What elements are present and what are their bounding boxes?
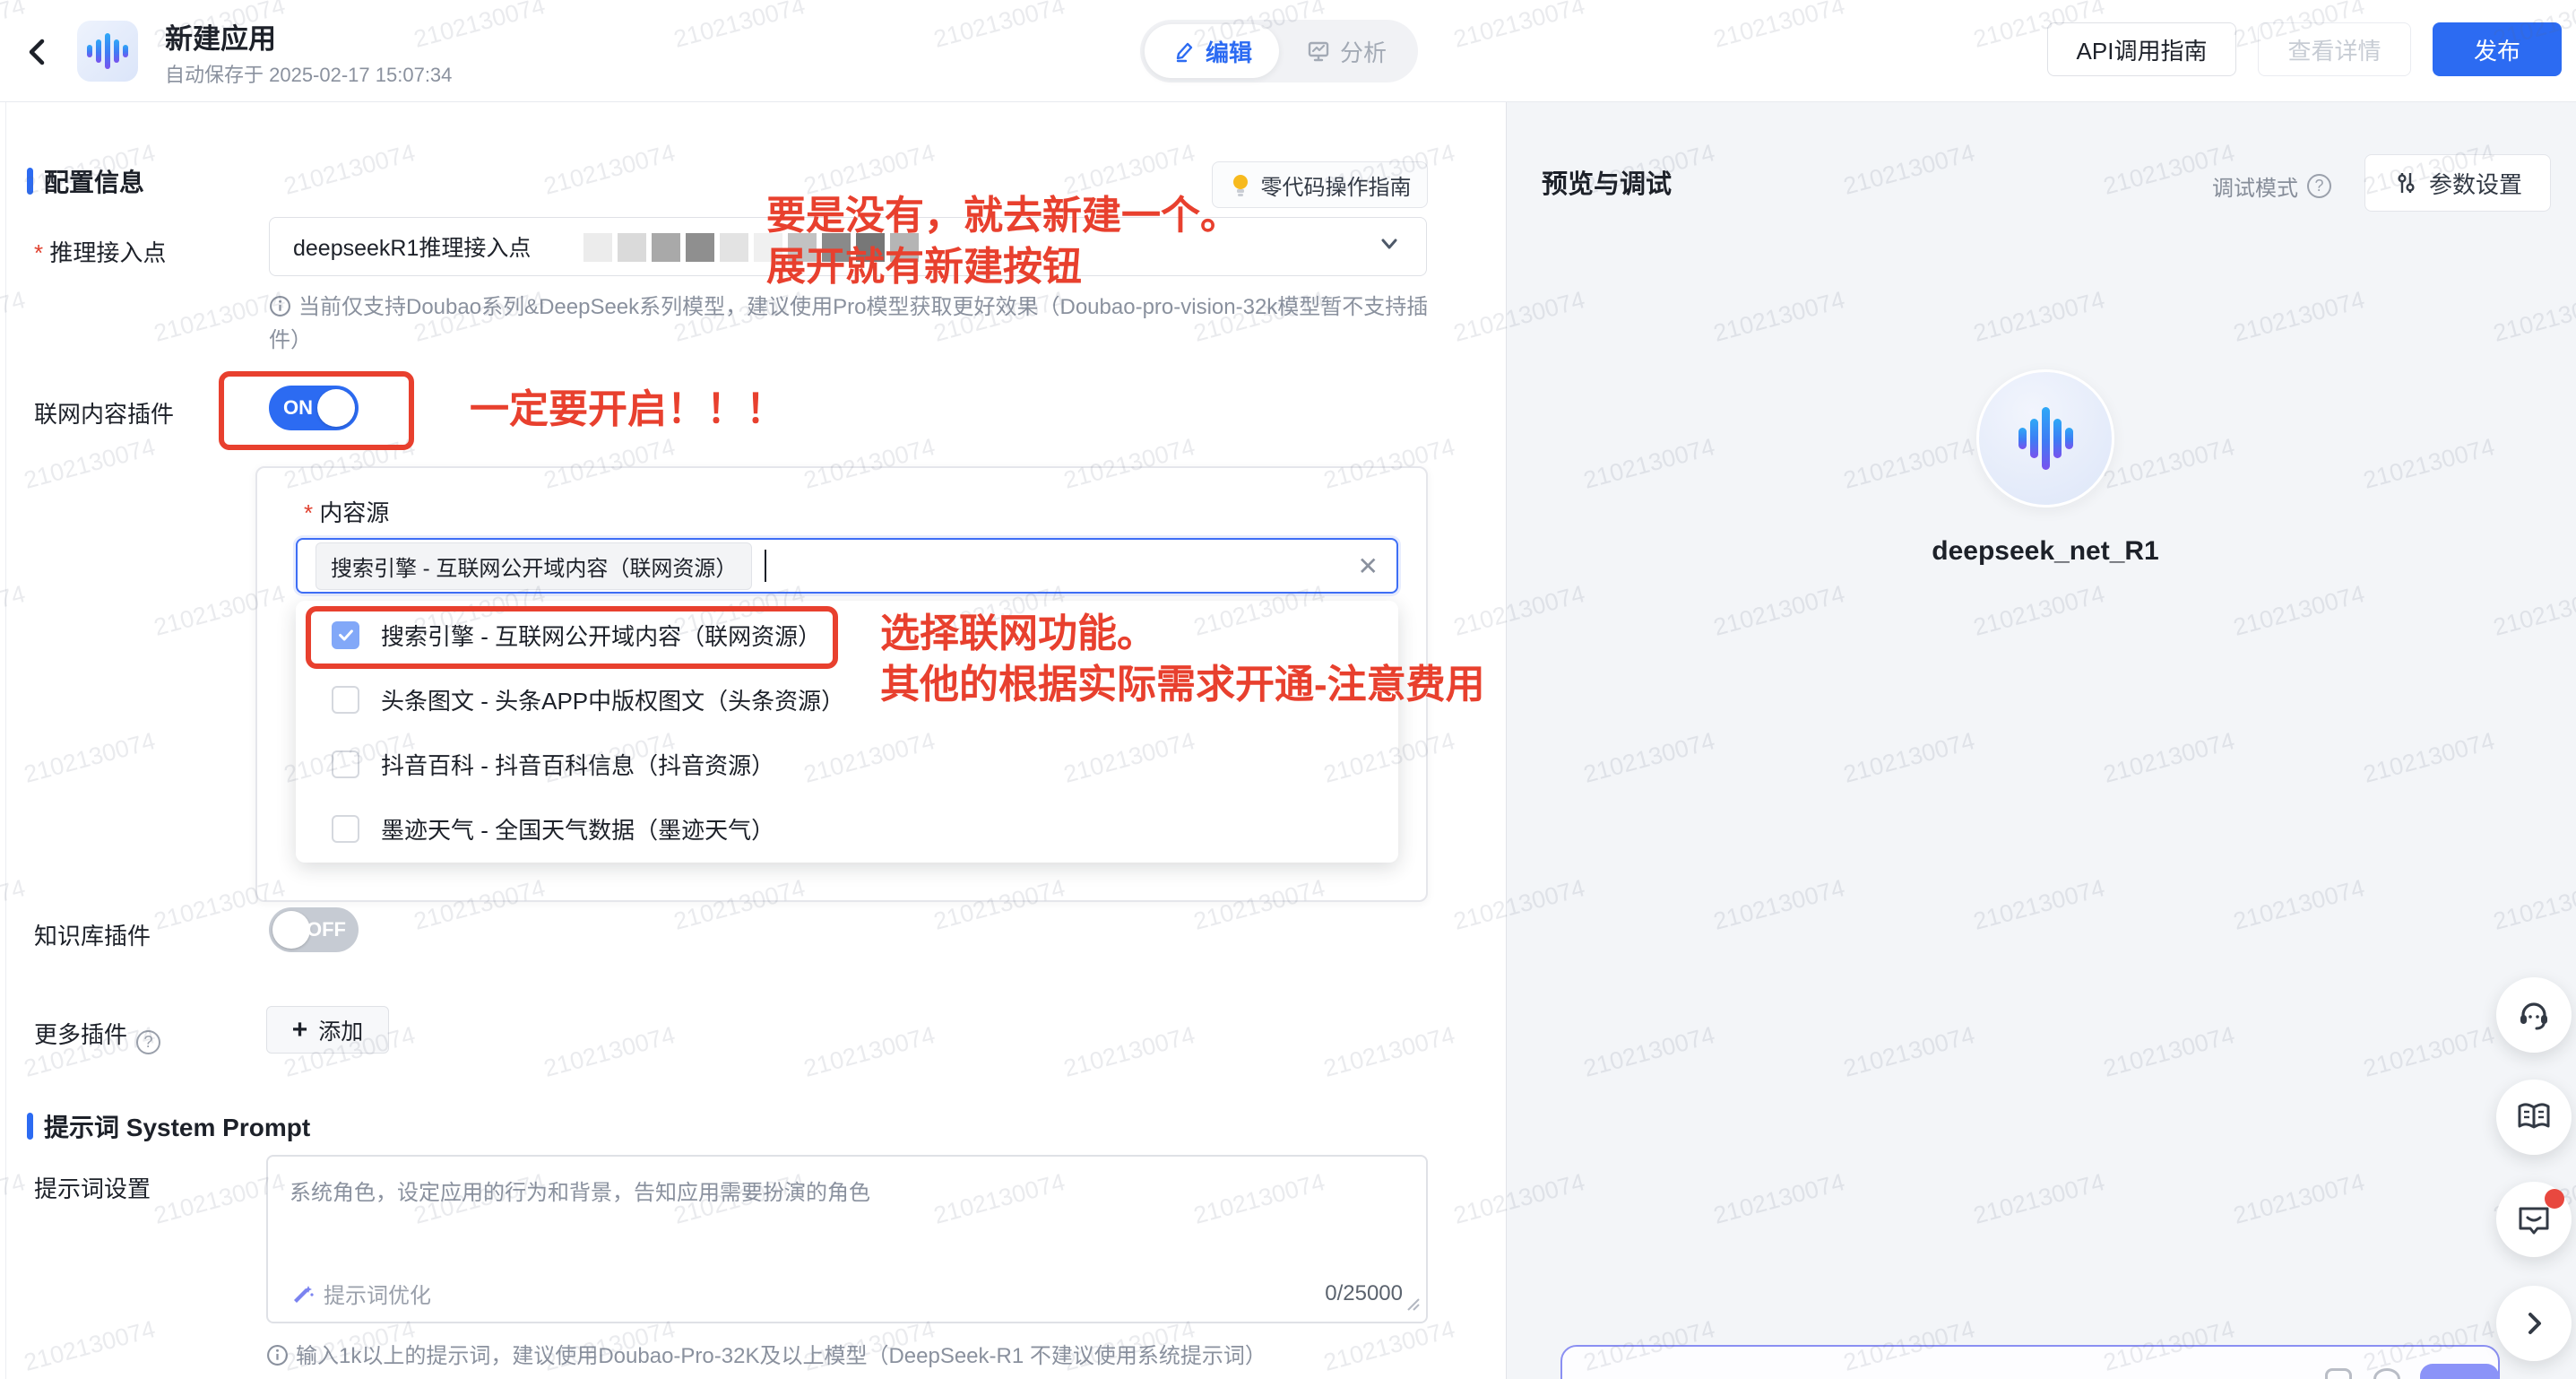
source-option-moji[interactable]: 墨迹天气 - 全国天气数据（墨迹天气） [296,796,1398,861]
checkbox-unchecked[interactable] [332,686,359,714]
audio-wave-icon [2018,407,2073,470]
feedback-button[interactable] [2496,1182,2572,1257]
section-bar [27,168,33,195]
annotation-endpoint: 要是没有，就去新建一个。 展开就有新建按钮 [766,190,1240,292]
checkbox-unchecked[interactable] [332,750,359,778]
attachment-icon[interactable] [2325,1368,2352,1379]
app-builder-page: 新建应用 自动保存于 2025-02-17 15:07:34 编辑 分析 API… [0,0,2576,1379]
info-icon [266,1344,289,1366]
info-icon [269,295,291,317]
kb-plugin-label: 知识库插件 [34,918,151,951]
header: 新建应用 自动保存于 2025-02-17 15:07:34 编辑 分析 API… [0,0,2576,102]
preview-app-name: deepseek_net_R1 [1889,536,2202,567]
autosave-status: 自动保存于 2025-02-17 15:07:34 [165,59,452,88]
prompt-section-header: 提示词 System Prompt [27,1108,310,1144]
api-guide-button[interactable]: API调用指南 [2047,22,2236,76]
kb-plugin-toggle[interactable]: OFF [269,907,359,952]
tab-edit[interactable]: 编辑 [1145,24,1279,78]
annotation-toggle: 一定要开启！！！ [470,384,785,435]
system-prompt-textarea[interactable] [268,1157,1379,1246]
more-plugins-label: 更多插件? [34,1017,160,1054]
chat-input[interactable] [1560,1345,2500,1379]
tab-analyze[interactable]: 分析 [1279,24,1413,78]
back-button[interactable] [20,34,56,70]
config-section-header: 配置信息 [27,163,144,199]
send-button[interactable] [2420,1364,2499,1379]
audio-wave-icon [87,33,128,69]
params-settings-button[interactable]: 参数设置 [2364,154,2551,212]
analytics-icon [1306,39,1331,64]
content-source-input[interactable]: 搜索引擎 - 互联网公开域内容（联网资源） ✕ [296,538,1398,594]
checkbox-unchecked[interactable] [332,815,359,843]
checkbox-checked[interactable] [332,621,359,649]
web-plugin-label: 联网内容插件 [34,396,174,429]
support-button[interactable] [2496,977,2572,1053]
endpoint-hint: 当前仅支持Doubao系列&DeepSeek系列模型，建议使用Pro模型获取更好… [269,291,1434,357]
zero-code-guide-button[interactable]: 零代码操作指南 [1212,161,1428,208]
help-icon[interactable]: ? [136,1030,160,1054]
left-edge-divider [5,102,6,1379]
book-icon [2514,1097,2554,1137]
notification-dot [2545,1189,2564,1209]
prompt-hint: 输入1k以上的提示词，建议使用Doubao-Pro-32K及以上模型（DeepS… [266,1340,1449,1373]
magic-wand-icon [291,1282,315,1305]
clear-icon[interactable]: ✕ [1358,551,1379,581]
sliders-icon [2393,170,2418,195]
preview-app-avatar [1976,369,2114,507]
web-plugin-toggle[interactable]: ON [269,386,359,430]
plus-icon: + [292,1015,308,1045]
endpoint-label: 推理接入点 [34,235,166,268]
system-prompt-box: 提示词优化 0/25000 [266,1155,1428,1323]
selected-source-tag[interactable]: 搜索引擎 - 互联网公开域内容（联网资源） [316,542,752,590]
chevron-right-icon [2518,1307,2550,1340]
help-icon[interactable]: ? [2307,174,2331,198]
app-avatar-icon [77,21,138,82]
text-cursor [765,550,766,582]
debug-mode-toggle[interactable]: 调试模式? [2212,170,2331,202]
preview-title: 预览与调试 [1542,163,1672,201]
page-title: 新建应用 [165,16,276,56]
source-option-douyin[interactable]: 抖音百科 - 抖音百科信息（抖音资源） [296,732,1398,796]
prompt-optimize-button[interactable]: 提示词优化 [291,1278,431,1309]
edit-analyze-segmented-control: 编辑 分析 [1140,20,1418,82]
content-source-label: 内容源 [304,495,389,528]
prompt-label: 提示词设置 [34,1171,151,1204]
resize-handle[interactable] [1405,1296,1421,1316]
add-plugin-button[interactable]: + 添加 [266,1006,389,1054]
docs-button[interactable] [2496,1080,2572,1155]
preview-pane [1506,102,2576,1379]
section-bar [27,1113,33,1140]
headset-icon [2514,995,2554,1035]
view-details-button[interactable]: 查看详情 [2258,22,2411,76]
collapse-button[interactable] [2496,1286,2572,1361]
chevron-down-icon [1376,230,1403,264]
pencil-icon [1171,39,1197,64]
publish-button[interactable]: 发布 [2433,22,2562,76]
annotation-source: 选择联网功能。 其他的根据实际需求开通-注意费用 [880,608,1485,710]
char-counter: 0/25000 [1325,1281,1403,1306]
endpoint-value: deepseekR1推理接入点 [293,230,531,263]
